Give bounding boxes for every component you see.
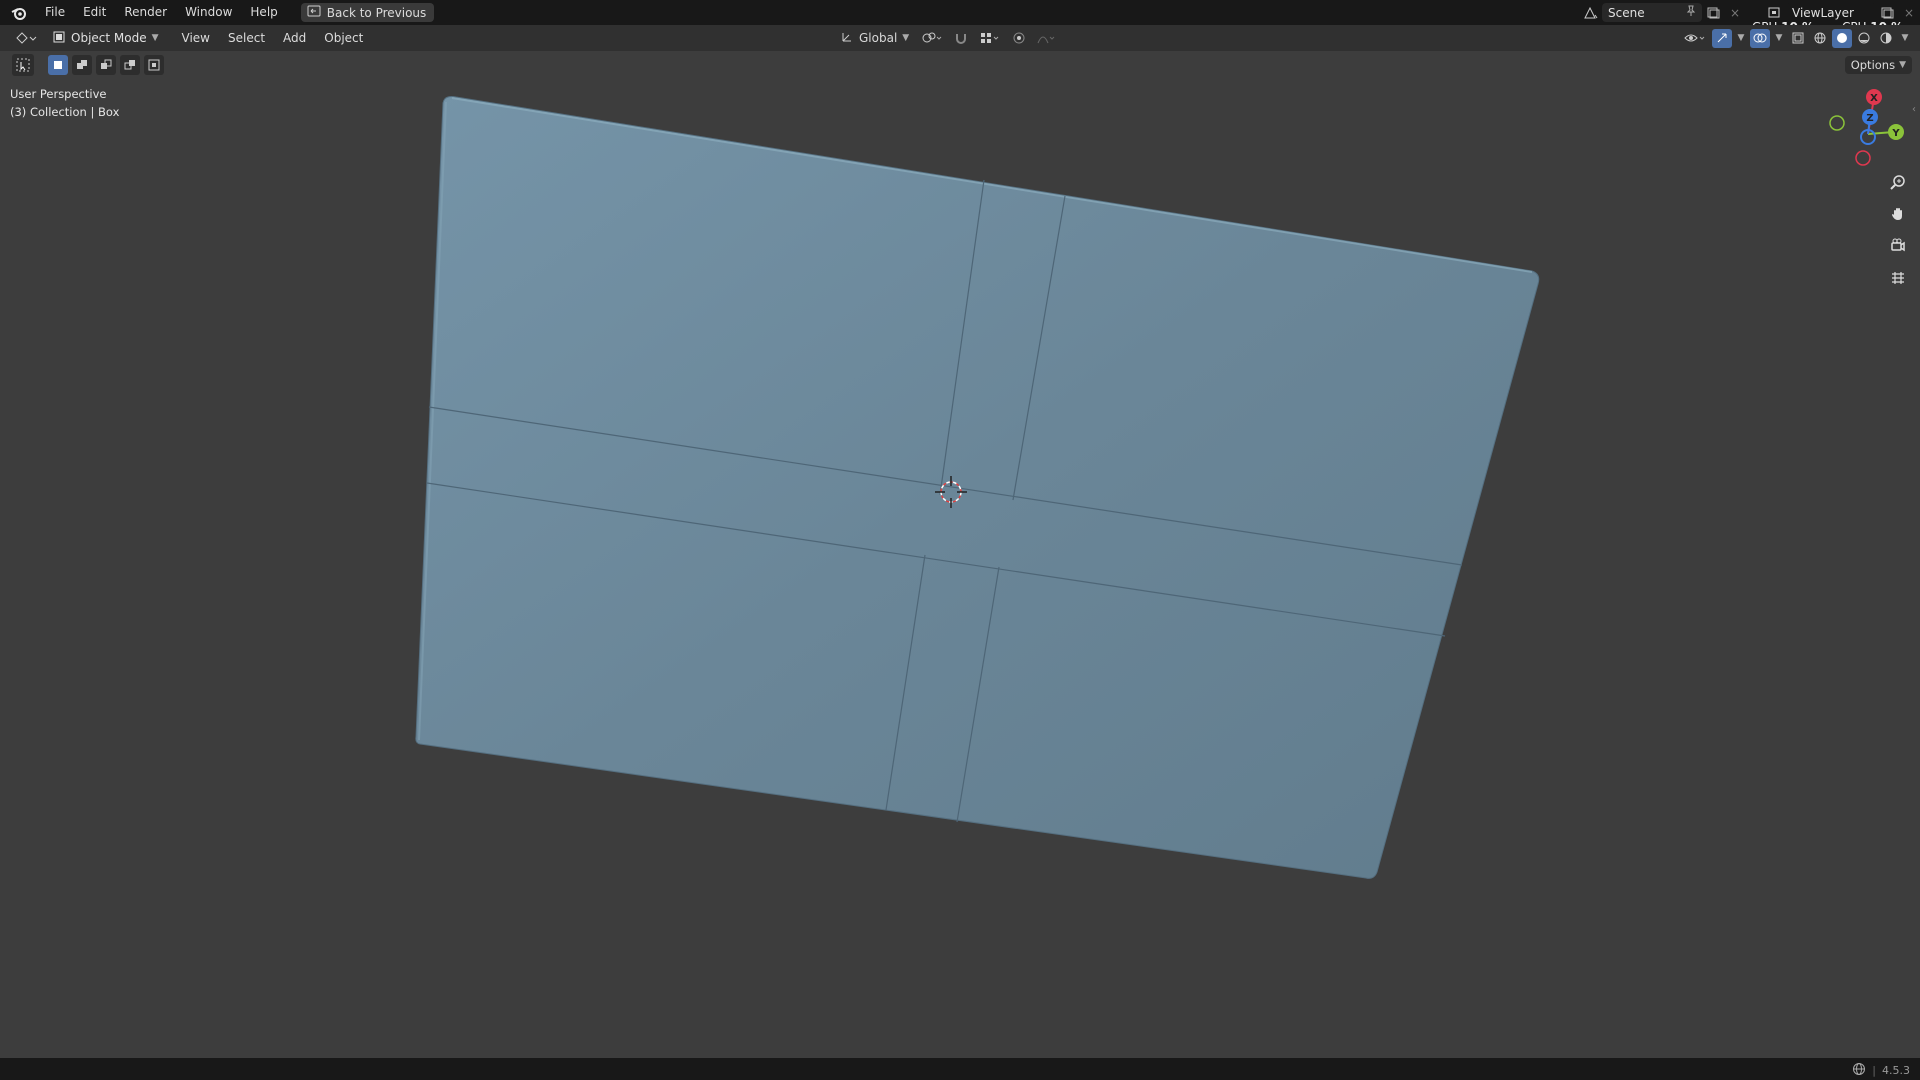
viewport-collection-label: (3) Collection | Box [10, 105, 120, 119]
menu-select[interactable]: Select [219, 25, 274, 51]
viewport-display-tools: ▼ ▼ ▼ [1680, 25, 1912, 51]
z-axis-label: Z [1866, 113, 1873, 124]
3d-viewport[interactable] [0, 51, 1920, 1058]
scene-field[interactable]: Scene [1602, 3, 1702, 22]
xray-toggle-icon[interactable] [1788, 29, 1808, 48]
ortho-grid-icon[interactable] [1886, 266, 1910, 290]
x-axis-label: X [1870, 93, 1878, 104]
chevron-down-icon: ▼ [902, 33, 910, 43]
orientation-icon [840, 30, 854, 47]
pivot-point-icon[interactable] [917, 29, 947, 48]
version-info: | 4.5.3 [1852, 1062, 1910, 1079]
chevron-down-icon[interactable]: ▼ [1772, 29, 1786, 48]
y-axis-label: Y [1891, 128, 1900, 139]
proportional-editing-icon[interactable] [1009, 29, 1029, 48]
view-layer-name: ViewLayer [1792, 5, 1854, 20]
box-mesh [415, 96, 1540, 879]
scene-selector-icon[interactable] [1580, 3, 1602, 22]
select-invert-icon[interactable] [120, 55, 140, 75]
snap-target-icon[interactable] [975, 29, 1005, 48]
status-bar [0, 1058, 1920, 1080]
menu-file[interactable]: File [36, 0, 74, 25]
globe-icon[interactable] [1852, 1062, 1866, 1079]
viewport-nav-buttons [1886, 170, 1910, 290]
overlays-toggle-icon[interactable] [1750, 28, 1770, 48]
back-to-previous-label: Back to Previous [326, 5, 427, 20]
chevron-down-icon: ▼ [1899, 60, 1906, 70]
object-mode-icon [52, 30, 66, 47]
menu-help[interactable]: Help [241, 0, 286, 25]
orientation-label: Global [859, 31, 898, 45]
material-shading-icon[interactable] [1854, 29, 1874, 48]
rendered-shading-icon[interactable] [1876, 29, 1896, 48]
solid-shading-icon[interactable] [1832, 28, 1852, 48]
box-mesh-canvas[interactable] [0, 51, 1920, 1058]
options-label: Options [1850, 58, 1896, 72]
snap-toggle-icon[interactable] [951, 29, 971, 48]
editor-type-icon[interactable] [12, 29, 40, 48]
pin-icon[interactable] [1686, 5, 1696, 20]
select-new-icon[interactable] [48, 55, 68, 75]
navigation-gizmo[interactable]: X Y Z [1822, 86, 1912, 166]
falloff-icon[interactable] [1033, 29, 1059, 48]
scene-name: Scene [1608, 5, 1645, 20]
select-tools [12, 54, 164, 76]
pan-hand-icon[interactable] [1886, 202, 1910, 226]
camera-view-icon[interactable] [1886, 234, 1910, 258]
viewport-perspective-label: User Perspective [10, 87, 107, 101]
chevron-down-icon[interactable]: ▼ [1898, 29, 1912, 48]
chevron-down-icon[interactable]: ▼ [1734, 29, 1748, 48]
visibility-icon[interactable] [1680, 29, 1710, 48]
delete-scene-icon[interactable]: × [1724, 3, 1746, 22]
menu-object[interactable]: Object [315, 25, 372, 51]
transform-orientation-select[interactable]: Global ▼ [836, 30, 913, 47]
select-intersect-icon[interactable] [144, 55, 164, 75]
gizmo-toggle-icon[interactable] [1712, 28, 1732, 48]
select-subtract-icon[interactable] [96, 55, 116, 75]
object-mode-select[interactable]: Object Mode ▼ [46, 29, 165, 48]
version-label: 4.5.3 [1882, 1064, 1910, 1077]
menu-add[interactable]: Add [274, 25, 315, 51]
back-icon [307, 5, 321, 20]
chevron-down-icon: ▼ [151, 33, 159, 43]
transform-tools: Global ▼ [836, 25, 1059, 51]
select-tool-icon[interactable] [12, 54, 34, 76]
version-separator: | [1872, 1064, 1876, 1077]
menu-window[interactable]: Window [176, 0, 241, 25]
y-negative-handle [1829, 115, 1845, 131]
select-extend-icon[interactable] [72, 55, 92, 75]
top-menu-bar: File Edit Render Window Help Back to Pre… [0, 0, 1920, 34]
x-negative-handle [1855, 150, 1871, 166]
zoom-icon[interactable] [1886, 170, 1910, 194]
options-button[interactable]: Options ▼ [1844, 56, 1912, 74]
menu-edit[interactable]: Edit [74, 0, 115, 25]
menu-render[interactable]: Render [115, 0, 176, 25]
object-mode-label: Object Mode [71, 31, 147, 45]
back-to-previous-button[interactable]: Back to Previous [300, 3, 435, 22]
wireframe-shading-icon[interactable] [1810, 29, 1830, 48]
sidebar-toggle-icon[interactable]: ‹ [1912, 104, 1920, 118]
menu-view[interactable]: View [173, 25, 219, 51]
new-scene-icon[interactable] [1702, 3, 1724, 22]
blender-logo-icon[interactable] [8, 0, 30, 25]
